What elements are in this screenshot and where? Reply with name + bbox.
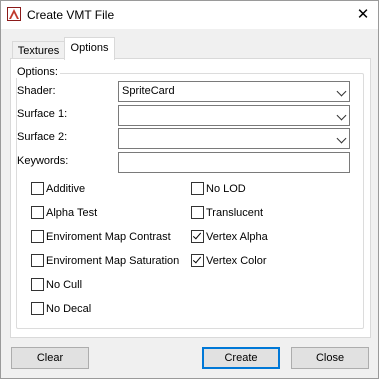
tab-options[interactable]: Options bbox=[64, 37, 115, 60]
alpha-test-label: Alpha Test bbox=[46, 207, 98, 219]
checkmark-icon bbox=[192, 254, 202, 264]
create-vmt-dialog: Create VMT File ✕ Textures Options Optio… bbox=[0, 0, 379, 379]
options-group-label: Options: bbox=[15, 66, 60, 78]
clear-button[interactable]: Clear bbox=[11, 347, 89, 369]
close-button[interactable]: Close bbox=[291, 347, 369, 369]
env-map-saturation-label: Enviroment Map Saturation bbox=[46, 255, 180, 267]
no-decal-label: No Decal bbox=[46, 303, 92, 315]
no-lod-checkbox[interactable] bbox=[191, 182, 204, 195]
vertex-color-checkbox[interactable] bbox=[191, 254, 204, 267]
close-window-icon[interactable]: ✕ bbox=[348, 3, 378, 27]
surface1-dropdown[interactable] bbox=[118, 105, 350, 126]
surface2-dropdown[interactable] bbox=[118, 128, 350, 149]
translucent-label: Translucent bbox=[206, 207, 264, 219]
keywords-label: Keywords: bbox=[17, 155, 69, 167]
vertex-alpha-label: Vertex Alpha bbox=[206, 231, 268, 243]
chevron-down-icon bbox=[336, 86, 347, 97]
app-icon bbox=[7, 7, 21, 21]
env-map-saturation-checkbox[interactable] bbox=[31, 254, 44, 267]
shader-dropdown[interactable]: SpriteCard bbox=[118, 81, 350, 102]
create-button[interactable]: Create bbox=[202, 347, 280, 369]
shader-value: SpriteCard bbox=[122, 85, 175, 97]
no-decal-checkbox[interactable] bbox=[31, 302, 44, 315]
chevron-down-icon bbox=[336, 110, 347, 121]
alpha-test-checkbox[interactable] bbox=[31, 206, 44, 219]
additive-checkbox[interactable] bbox=[31, 182, 44, 195]
no-lod-label: No LOD bbox=[206, 183, 246, 195]
no-cull-label: No Cull bbox=[46, 279, 83, 291]
surface1-label: Surface 1: bbox=[17, 108, 68, 120]
no-cull-checkbox[interactable] bbox=[31, 278, 44, 291]
checkmark-icon bbox=[192, 230, 202, 240]
env-map-contrast-checkbox[interactable] bbox=[31, 230, 44, 243]
vertex-color-label: Vertex Color bbox=[206, 255, 267, 267]
chevron-down-icon bbox=[336, 133, 347, 144]
env-map-contrast-label: Enviroment Map Contrast bbox=[46, 231, 171, 243]
shader-label: Shader: bbox=[17, 85, 56, 97]
vertex-alpha-checkbox[interactable] bbox=[191, 230, 204, 243]
additive-label: Additive bbox=[46, 183, 86, 195]
translucent-checkbox[interactable] bbox=[191, 206, 204, 219]
surface2-label: Surface 2: bbox=[17, 131, 68, 143]
title-bar: Create VMT File ✕ bbox=[1, 1, 378, 29]
window-title: Create VMT File bbox=[27, 8, 115, 22]
keywords-input[interactable] bbox=[118, 152, 350, 173]
